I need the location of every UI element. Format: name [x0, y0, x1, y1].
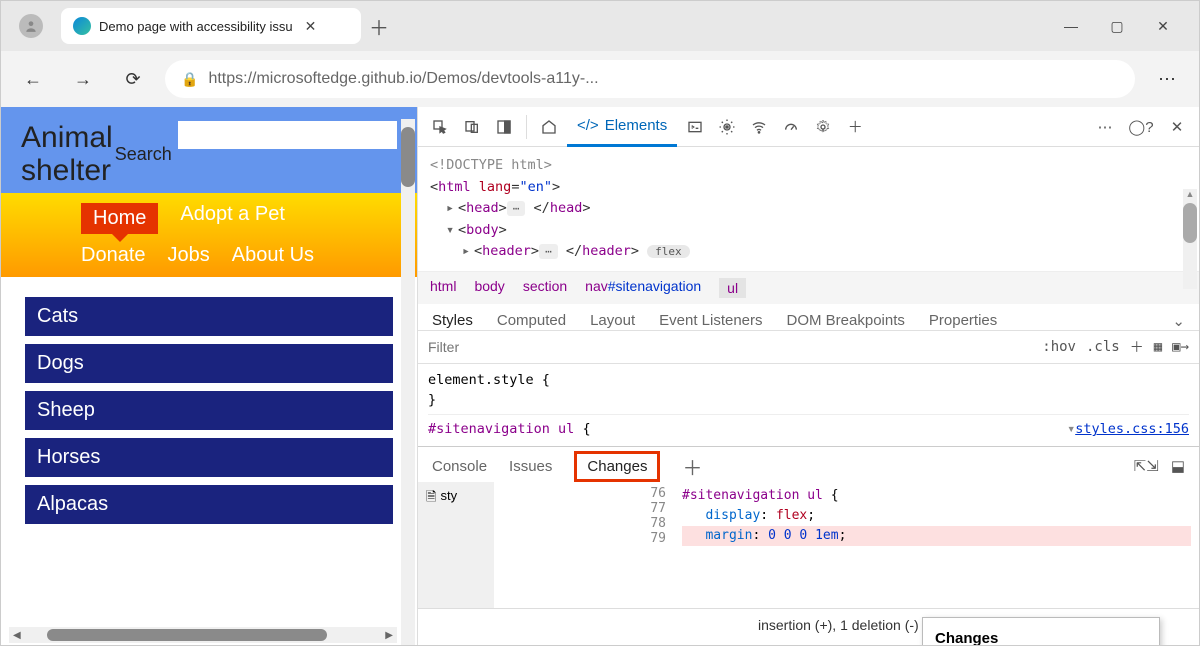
- profile-icon[interactable]: [19, 14, 43, 38]
- cls-button[interactable]: .cls: [1086, 339, 1120, 355]
- drawer-tab-console[interactable]: Console: [432, 458, 487, 475]
- context-menu: Changes ⊘ Remove from Quick View ▢ Move …: [922, 617, 1160, 645]
- url-text: https://microsoftedge.github.io/Demos/de…: [208, 70, 598, 88]
- new-style-icon[interactable]: ＋: [1130, 337, 1144, 357]
- close-window-icon[interactable]: ✕: [1151, 18, 1175, 35]
- filter-input[interactable]: [418, 331, 1032, 363]
- close-icon[interactable]: ✕: [301, 18, 321, 35]
- nav-about[interactable]: About Us: [232, 244, 314, 267]
- drawer-tab-issues[interactable]: Issues: [509, 458, 552, 475]
- address-bar[interactable]: 🔒 https://microsoftedge.github.io/Demos/…: [165, 60, 1135, 98]
- titlebar: Demo page with accessibility issu ✕ ＋ ― …: [1, 1, 1199, 51]
- subtab-properties[interactable]: Properties: [929, 312, 997, 330]
- performance-tab-icon[interactable]: [777, 113, 805, 141]
- tab-title: Demo page with accessibility issu: [99, 19, 293, 34]
- source-link[interactable]: styles.css:156: [1075, 419, 1189, 439]
- window-controls: ― ▢ ✕: [1059, 18, 1199, 35]
- list-item[interactable]: Cats: [25, 297, 393, 336]
- expand-drawer-icon[interactable]: ⇱⇲: [1134, 457, 1159, 475]
- subtab-styles[interactable]: Styles: [432, 312, 473, 330]
- device-icon[interactable]: [458, 113, 486, 141]
- search-label: Search: [115, 144, 172, 165]
- lock-icon: 🔒: [181, 71, 198, 88]
- styles-filter-row: :hov .cls ＋ ▦ ▣→: [418, 331, 1199, 364]
- dock-drawer-icon[interactable]: ⬓: [1171, 457, 1185, 475]
- browser-tab[interactable]: Demo page with accessibility issu ✕: [61, 8, 361, 44]
- more-tools-icon[interactable]: ⋯: [1091, 113, 1119, 141]
- nav-donate[interactable]: Donate: [81, 244, 146, 267]
- subtab-eventlisteners[interactable]: Event Listeners: [659, 312, 762, 330]
- list-item[interactable]: Alpacas: [25, 485, 393, 524]
- dom-tree[interactable]: <!DOCTYPE html> <html lang="en"> ▸<head>…: [418, 147, 1199, 271]
- page-scrollbar-h[interactable]: ◀▶: [9, 627, 397, 643]
- subtab-dombreakpoints[interactable]: DOM Breakpoints: [787, 312, 905, 330]
- drawer-tab-changes[interactable]: Changes: [574, 451, 660, 482]
- forward-button[interactable]: →: [65, 61, 101, 97]
- breadcrumb[interactable]: html body section nav#sitenavigation ul: [418, 271, 1199, 304]
- flex-editor-icon[interactable]: ▦: [1154, 339, 1162, 355]
- network-tab-icon[interactable]: [745, 113, 773, 141]
- nav-jobs[interactable]: Jobs: [168, 244, 210, 267]
- hov-button[interactable]: :hov: [1042, 339, 1076, 355]
- favicon-icon: [73, 17, 91, 35]
- nav-home[interactable]: Home: [81, 203, 158, 234]
- reload-button[interactable]: ⟳: [115, 61, 151, 97]
- category-list: Cats Dogs Sheep Horses Alpacas: [1, 277, 417, 552]
- maximize-icon[interactable]: ▢: [1105, 18, 1129, 35]
- dom-scrollbar[interactable]: ▲: [1183, 189, 1197, 289]
- drawer-add-icon[interactable]: ＋: [682, 452, 702, 481]
- diff-view[interactable]: #sitenavigation ul { display: flex; marg…: [674, 482, 1199, 608]
- context-menu-title: Changes: [923, 626, 1159, 645]
- minimize-icon[interactable]: ―: [1059, 18, 1083, 35]
- devtools: </>Elements ＋ ⋯ ◯? ✕ <!DOCTYPE html> <ht…: [417, 107, 1199, 645]
- page-header: Animalshelter Search: [1, 107, 417, 193]
- sources-tab-icon[interactable]: [713, 113, 741, 141]
- subtab-layout[interactable]: Layout: [590, 312, 635, 330]
- settings-gear-icon[interactable]: [809, 113, 837, 141]
- add-tab-icon[interactable]: ＋: [841, 113, 869, 141]
- search-input[interactable]: [178, 121, 397, 149]
- welcome-tab-icon[interactable]: [535, 113, 563, 141]
- styles-pane[interactable]: element.style { } #sitenavigation ul { s…: [418, 364, 1199, 446]
- help-icon[interactable]: ◯?: [1127, 113, 1155, 141]
- styles-subtabs: Styles Computed Layout Event Listeners D…: [418, 304, 1199, 331]
- close-devtools-icon[interactable]: ✕: [1163, 113, 1191, 141]
- file-icon: 🗎: [426, 488, 436, 510]
- console-tab-icon[interactable]: [681, 113, 709, 141]
- subtab-computed[interactable]: Computed: [497, 312, 566, 330]
- page-viewport: Animalshelter Search Home Adopt a Pet Do…: [1, 107, 417, 645]
- list-item[interactable]: Sheep: [25, 391, 393, 430]
- site-title: Animalshelter: [21, 121, 113, 187]
- page-scrollbar-v[interactable]: [401, 119, 415, 645]
- more-icon[interactable]: ⋯: [1149, 61, 1185, 97]
- list-item[interactable]: Dogs: [25, 344, 393, 383]
- changes-files[interactable]: 🗎sty: [418, 482, 494, 608]
- list-item[interactable]: Horses: [25, 438, 393, 477]
- devtools-toolbar: </>Elements ＋ ⋯ ◯? ✕: [418, 107, 1199, 147]
- dock-icon[interactable]: [490, 113, 518, 141]
- inspect-icon[interactable]: [426, 113, 454, 141]
- toggle-sidebar-icon[interactable]: ▣→: [1172, 339, 1189, 355]
- line-numbers: 76 77 78 79: [494, 482, 674, 608]
- chevron-down-icon[interactable]: ⌄: [1172, 312, 1185, 330]
- nav-adopt[interactable]: Adopt a Pet: [180, 203, 285, 234]
- site-nav: Home Adopt a Pet Donate Jobs About Us: [1, 193, 417, 277]
- drawer: Console Issues Changes ＋ ⇱⇲ ⬓ 🗎sty 76: [418, 446, 1199, 645]
- browser-toolbar: ← → ⟳ 🔒 https://microsoftedge.github.io/…: [1, 51, 1199, 107]
- tab-elements[interactable]: </>Elements: [567, 107, 677, 147]
- back-button[interactable]: ←: [15, 61, 51, 97]
- drawer-tabs: Console Issues Changes ＋ ⇱⇲ ⬓: [418, 447, 1199, 482]
- new-tab-button[interactable]: ＋: [361, 8, 397, 44]
